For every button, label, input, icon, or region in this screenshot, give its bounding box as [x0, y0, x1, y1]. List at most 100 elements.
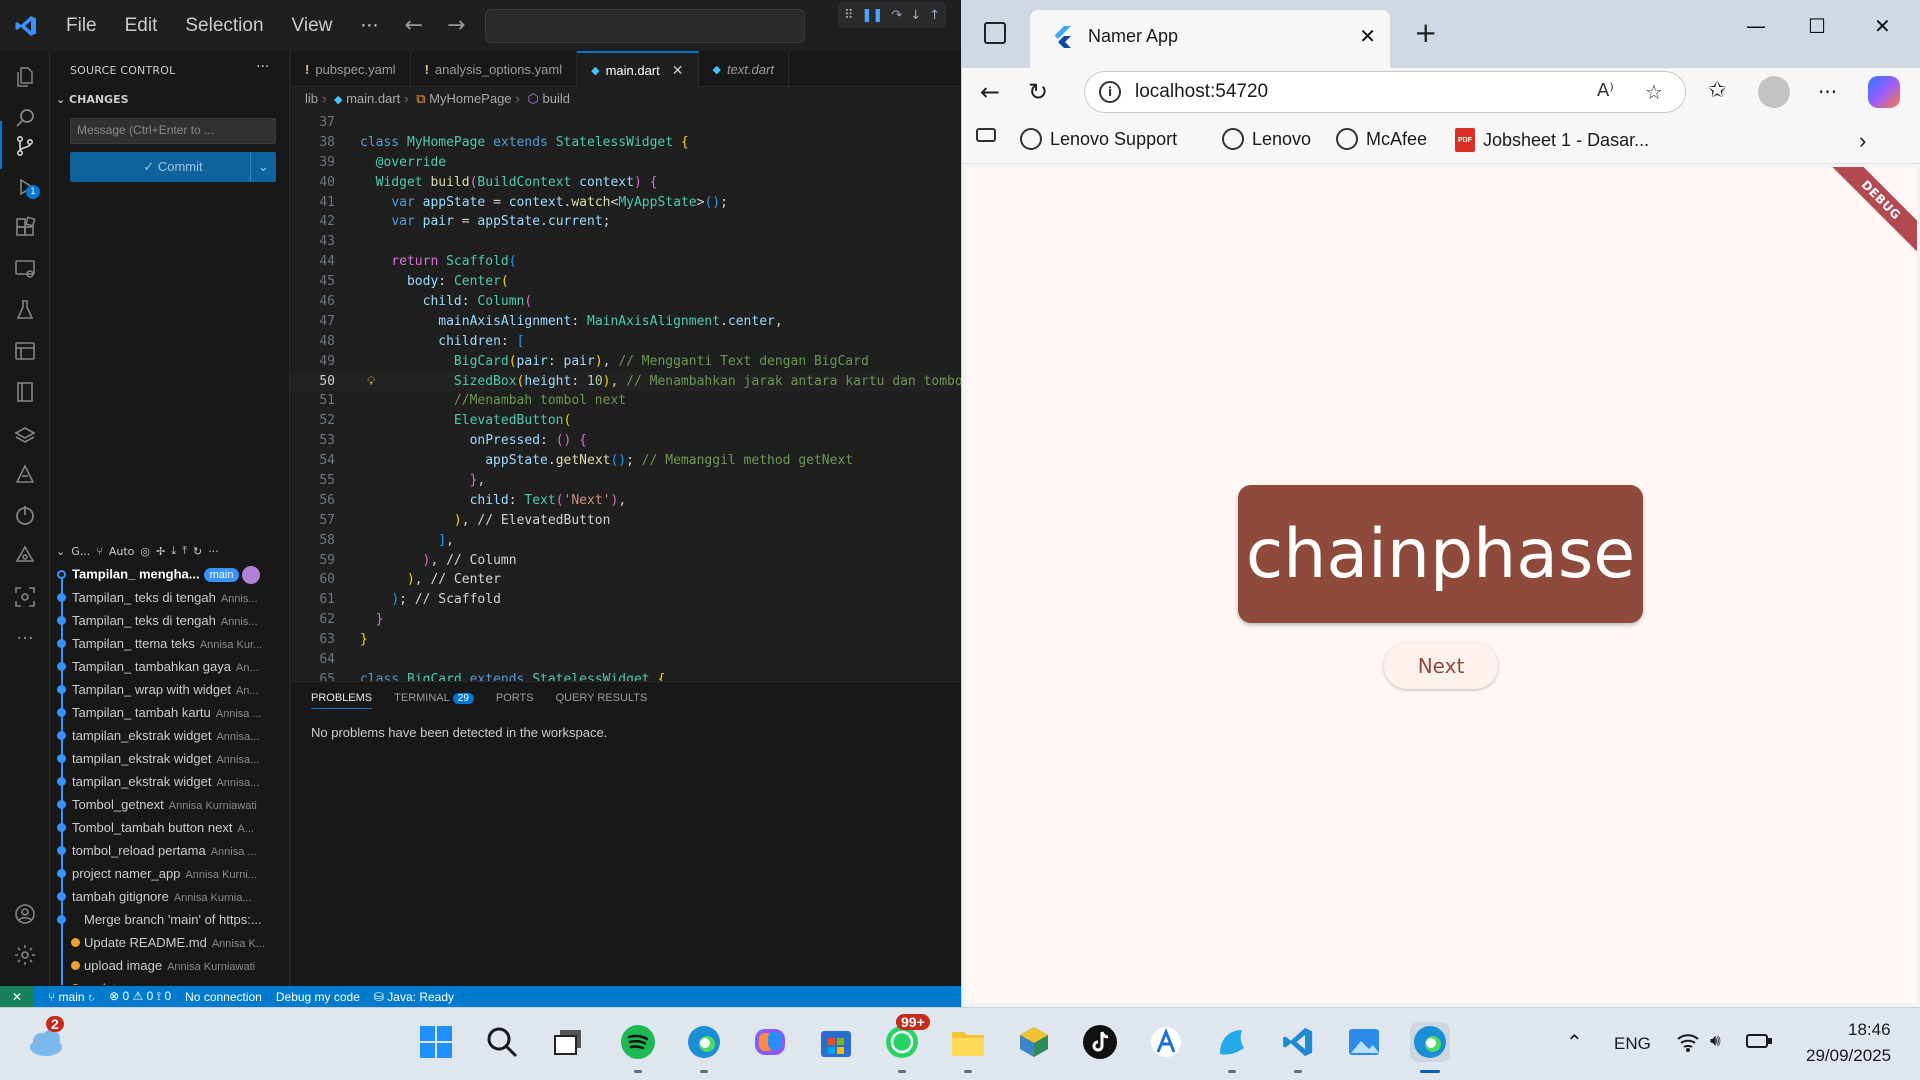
fav-jobsheet[interactable]: PDF Jobsheet 1 - Dasar...	[1455, 128, 1649, 152]
volume-icon[interactable]: 🔊︎	[1710, 1031, 1721, 1051]
favorites-bar-menu-icon[interactable]	[976, 128, 996, 142]
next-button[interactable]: Next	[1384, 643, 1498, 689]
task-view-icon[interactable]	[548, 1022, 588, 1062]
tab-text-dart[interactable]: ◆ text.dart	[699, 51, 789, 87]
tab-pubspec[interactable]: ! pubspec.yaml	[291, 51, 411, 87]
status-problems[interactable]: ⊗ 0 ⚠ 0 ⟟ 0	[109, 989, 171, 1004]
code-line[interactable]: 62 }	[291, 610, 961, 630]
commit-row[interactable]: Update README.md Annisa K...	[50, 931, 290, 954]
commit-row[interactable]: tampilan_ekstrak widget Annisa...	[50, 724, 290, 747]
remote-indicator-icon[interactable]: ✕	[0, 986, 34, 1007]
commit-row[interactable]: Tombol_getnext Annisa Kurniawati	[50, 793, 290, 816]
commit-row[interactable]: tambah gitignore Annisa Kurnia...	[50, 885, 290, 908]
tab-analysis-options[interactable]: ! analysis_options.yaml	[411, 51, 578, 87]
graph-branch-label[interactable]: Auto	[109, 545, 135, 558]
language-indicator[interactable]: ENG	[1614, 1034, 1651, 1054]
commit-message-input[interactable]: Message (Ctrl+Enter to ...	[70, 118, 276, 144]
code-line[interactable]: 44 return Scaffold(	[291, 252, 961, 272]
testing-icon[interactable]	[13, 298, 37, 322]
code-line[interactable]: 55 },	[291, 471, 961, 491]
cube-app-icon[interactable]	[1014, 1022, 1054, 1062]
forward-arrow-icon[interactable]: →	[435, 13, 477, 38]
commit-row[interactable]: Tampilan_ ttema teks Annisa Kur...	[50, 632, 290, 655]
menu-edit[interactable]: Edit	[111, 15, 172, 37]
graph-section-header[interactable]: ⌄ G... ⑂ Auto ◎ ✢ ⤓ ⤒ ↻ ···	[50, 539, 290, 563]
fav-mcafee[interactable]: McAfee	[1336, 128, 1427, 150]
commit-row[interactable]: Tampilan_ teks di tengah Annis...	[50, 609, 290, 632]
status-java[interactable]: ⛁ Java: Ready	[374, 990, 454, 1004]
battery-icon[interactable]	[1746, 1032, 1772, 1055]
refresh-icon[interactable]: ↻	[193, 545, 202, 558]
code-line[interactable]: 63}	[291, 630, 961, 650]
clock-date[interactable]: 29/09/2025	[1806, 1046, 1891, 1066]
maximize-icon[interactable]: ☐	[1808, 14, 1826, 38]
changes-section-header[interactable]: ⌄ CHANGES	[56, 93, 129, 106]
fetch-icon[interactable]: ✢	[156, 545, 165, 558]
settings-gear-icon[interactable]	[13, 943, 37, 967]
step-into-icon[interactable]: ↓	[910, 8, 921, 23]
code-line[interactable]: 43	[291, 232, 961, 252]
breadcrumb-method[interactable]: build	[543, 91, 570, 106]
commit-row[interactable]: Merge branch 'main' of https:...	[50, 908, 290, 931]
code-line[interactable]: 40 Widget build(BuildContext context) {	[291, 173, 961, 193]
source-control-icon[interactable]	[13, 134, 37, 158]
code-line[interactable]: 50 💡︎ SizedBox(height: 10), // Menambahka…	[291, 371, 961, 392]
code-line[interactable]: 65 class BigCard extends StatelessWidget …	[291, 670, 961, 681]
fav-lenovo[interactable]: Lenovo	[1222, 128, 1311, 150]
search-icon[interactable]	[13, 106, 37, 130]
power-icon[interactable]	[13, 503, 37, 527]
step-over-icon[interactable]: ↷	[891, 8, 902, 23]
scan-icon[interactable]	[13, 585, 37, 609]
close-window-icon[interactable]: ✕	[1874, 14, 1891, 38]
panel-tab-problems[interactable]: PROBLEMS	[311, 692, 373, 709]
breadcrumb-class[interactable]: MyHomePage	[429, 91, 511, 106]
site-info-icon[interactable]: i	[1099, 81, 1121, 103]
remote-explorer-icon[interactable]	[13, 257, 37, 281]
panel-tab-terminal[interactable]: TERMINAL 29	[394, 692, 474, 709]
minimize-icon[interactable]: —	[1746, 14, 1766, 38]
status-debug[interactable]: Debug my code	[276, 990, 360, 1004]
code-line[interactable]: 49 BigCard(pair: pair), // Mengganti Tex…	[291, 352, 961, 372]
code-line[interactable]: 61 ); // Scaffold	[291, 590, 961, 610]
favorites-icon[interactable]: ✩	[1708, 78, 1726, 103]
microsoft-store-icon[interactable]	[816, 1022, 856, 1062]
refresh-icon[interactable]: ↻	[1028, 78, 1048, 106]
code-line[interactable]: 39 @override	[291, 153, 961, 173]
code-line[interactable]: 51 //Menambah tombol next	[291, 391, 961, 411]
explorer-icon[interactable]	[13, 65, 37, 89]
commit-row[interactable]: project namer_app Annisa Kurni...	[50, 862, 290, 885]
commit-row[interactable]: Tampilan_ tambahkan gaya An...	[50, 655, 290, 678]
photos-icon[interactable]	[1344, 1022, 1384, 1062]
teams-bird-icon[interactable]	[1212, 1022, 1252, 1062]
pause-icon[interactable]: ❚❚	[862, 8, 884, 23]
code-line[interactable]: 37	[291, 113, 961, 133]
browser-tab-namer-app[interactable]: Namer App ✕	[1030, 10, 1390, 68]
accounts-icon[interactable]	[13, 902, 37, 926]
start-windows-icon[interactable]	[416, 1022, 456, 1062]
commit-row[interactable]: tampilan_ekstrak widget Annisa...	[50, 747, 290, 770]
file-explorer-icon[interactable]	[948, 1022, 988, 1062]
wifi-icon[interactable]	[1676, 1032, 1700, 1057]
code-line[interactable]: 41 var appState = context.watch<MyAppSta…	[291, 193, 961, 213]
status-branch[interactable]: ⑂ main ↻	[48, 990, 95, 1004]
code-editor[interactable]: 37 38 class MyHomePage extends StatelessWi…	[291, 113, 961, 681]
testing-beaker-icon[interactable]	[13, 462, 37, 486]
chevron-right-icon[interactable]: ›	[1859, 128, 1866, 154]
code-line[interactable]: 56 child: Text('Next'),	[291, 491, 961, 511]
drag-handle-icon[interactable]: ⠿	[844, 8, 854, 23]
target-icon[interactable]: ◎	[140, 545, 150, 558]
more-views-icon[interactable]: ···	[13, 626, 37, 650]
book-icon[interactable]	[13, 380, 37, 404]
commit-row[interactable]: Tampilan_ tambah kartu Annisa ...	[50, 701, 290, 724]
commit-row[interactable]: Tampilan_ teks di tengah Annis...	[50, 586, 290, 609]
close-tab-icon[interactable]: ✕	[1359, 24, 1376, 48]
containers-icon[interactable]	[13, 421, 37, 445]
spotify-icon[interactable]	[618, 1022, 658, 1062]
code-line[interactable]: 52 ElevatedButton(	[291, 411, 961, 431]
code-line[interactable]: 45 body: Center(	[291, 272, 961, 292]
panel-tab-query-results[interactable]: QUERY RESULTS	[556, 692, 648, 709]
new-tab-icon[interactable]: +	[1414, 16, 1437, 49]
code-line[interactable]: 47 mainAxisAlignment: MainAxisAlignment.…	[291, 312, 961, 332]
database-icon[interactable]	[13, 339, 37, 363]
commit-row[interactable]: upload image Annisa Kurniawati	[50, 954, 290, 977]
